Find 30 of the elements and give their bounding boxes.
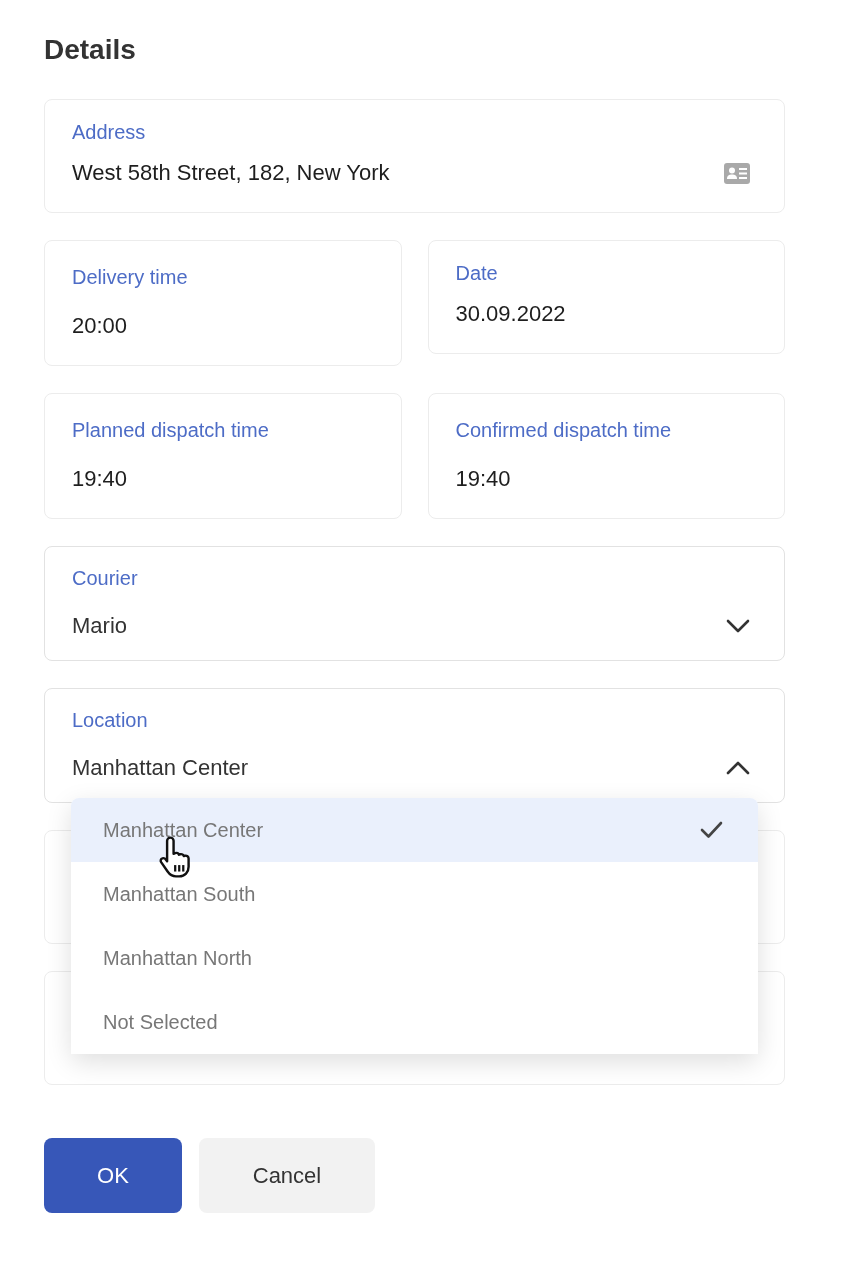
ok-button[interactable]: OK: [44, 1138, 182, 1213]
field-value: 20:00: [72, 312, 128, 340]
field-label: Date: [455, 261, 499, 285]
page-title: Details: [44, 33, 137, 67]
field-label: Delivery time: [72, 265, 189, 289]
dropdown-option[interactable]: Not Selected: [71, 990, 758, 1054]
cancel-button[interactable]: Cancel: [199, 1138, 375, 1213]
time-field[interactable]: Delivery time 20:00: [44, 240, 402, 366]
field-value: Mario: [72, 612, 127, 640]
field-value: West 58th Street, 182, New York: [72, 159, 390, 187]
field-value: 19:40: [455, 465, 511, 493]
dropdown-option[interactable]: Manhattan South: [71, 862, 758, 926]
dropdown-option[interactable]: Manhattan North: [71, 926, 758, 990]
dropdown-field[interactable]: Courier Mario: [44, 546, 785, 661]
field-label: Address: [72, 120, 147, 144]
field-label: Confirmed dispatch time: [455, 418, 673, 442]
field-value: 30.09.2022: [455, 300, 566, 328]
time-field[interactable]: Confirmed dispatch time 19:40: [427, 393, 785, 519]
date-field[interactable]: Date 30.09.2022: [427, 240, 785, 354]
text-field[interactable]: Address West 58th Street, 182, New York: [44, 99, 785, 213]
chevron-up-icon[interactable]: [726, 761, 750, 775]
dropdown-option[interactable]: Manhattan Center: [71, 798, 758, 862]
field-value: 19:40: [72, 465, 128, 493]
chevron-down-icon[interactable]: [726, 619, 750, 633]
field-label: Courier: [72, 566, 139, 590]
field-label: Location: [72, 708, 149, 732]
field-label: Planned dispatch time: [72, 418, 270, 442]
field-value: Manhattan Center: [72, 754, 249, 782]
time-field[interactable]: Planned dispatch time 19:40: [44, 393, 402, 519]
dropdown-field[interactable]: Location Manhattan Center: [44, 688, 785, 803]
